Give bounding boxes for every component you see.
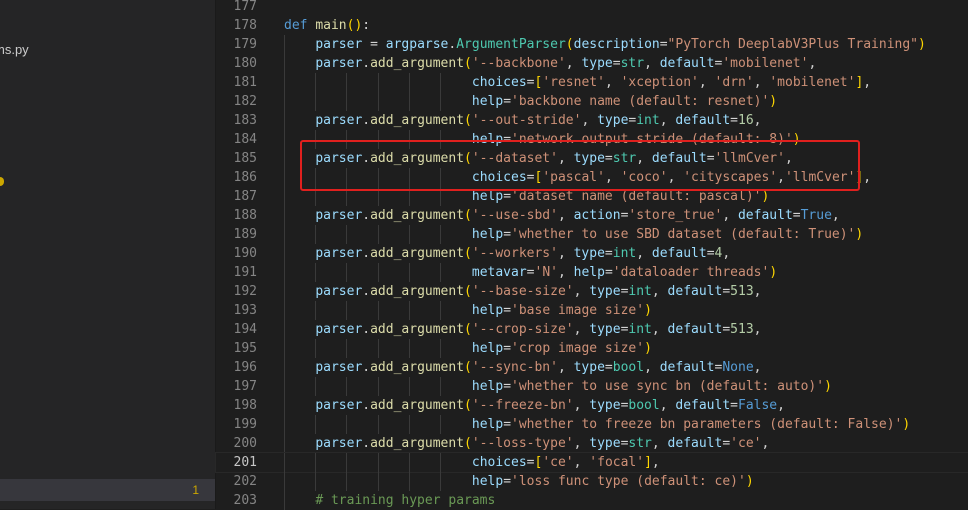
code-line[interactable]: 182 help='backbone name (default: resnet… (216, 92, 968, 111)
line-number: 185 (233, 151, 257, 166)
code-line[interactable]: 196 parser.add_argument('--sync-bn', typ… (216, 358, 968, 377)
line-number: 183 (233, 113, 257, 128)
code-text: choices=['ce', 'focal'], (471, 455, 660, 470)
line-number: 201 (233, 455, 257, 470)
code-line[interactable]: 192 parser.add_argument('--base-size', t… (216, 282, 968, 301)
code-line[interactable]: 200 parser.add_argument('--loss-type', t… (216, 434, 968, 453)
line-number: 190 (233, 246, 257, 261)
code-line[interactable]: 179 parser = argparse.ArgumentParser(des… (216, 35, 968, 54)
code-text: choices=['resnet', 'xception', 'drn', 'm… (471, 75, 872, 90)
code-text: parser = argparse.ArgumentParser(descrip… (315, 37, 926, 52)
line-number: 189 (233, 227, 257, 242)
code-text: help='loss func type (default: ce)') (471, 474, 754, 489)
code-line[interactable]: 198 parser.add_argument('--freeze-bn', t… (216, 396, 968, 415)
code-text: metavar='N', help='dataloader threads') (471, 265, 778, 280)
code-line[interactable]: 177 (216, 0, 968, 16)
line-number: 186 (233, 170, 257, 185)
explorer-selected-item[interactable]: 1 (0, 479, 215, 501)
code-text: parser.add_argument('--workers', type=in… (315, 246, 731, 261)
line-number: 179 (233, 37, 257, 52)
code-text: parser.add_argument('--crop-size', type=… (315, 322, 762, 337)
code-text: help='crop image size') (471, 341, 652, 356)
code-line[interactable]: 178 def main(): (216, 16, 968, 35)
line-number: 198 (233, 398, 257, 413)
code-line[interactable]: 183 parser.add_argument('--out-stride', … (216, 111, 968, 130)
line-number: 180 (233, 56, 257, 71)
explorer-file-item[interactable]: ms.py (0, 40, 215, 59)
code-line[interactable]: 199 help='whether to freeze bn parameter… (216, 415, 968, 434)
code-text: def main(): (284, 18, 371, 33)
line-number: 197 (233, 379, 257, 394)
line-number: 195 (233, 341, 257, 356)
code-text: parser.add_argument('--use-sbd', action=… (315, 208, 840, 223)
code-line[interactable]: 197 help='whether to use sync bn (defaul… (216, 377, 968, 396)
code-text: parser.add_argument('--freeze-bn', type=… (315, 398, 785, 413)
line-number: 194 (233, 322, 257, 337)
line-number: 202 (233, 474, 257, 489)
code-line[interactable]: 188 parser.add_argument('--use-sbd', act… (216, 206, 968, 225)
line-number: 200 (233, 436, 257, 451)
code-editor[interactable]: 177 178 def main(): 179 parser = argparse.A… (215, 0, 968, 510)
code-line[interactable]: 203 # training hyper params (216, 491, 968, 510)
line-number: 199 (233, 417, 257, 432)
code-text: parser.add_argument('--sync-bn', type=bo… (315, 360, 762, 375)
code-line[interactable]: 195 help='crop image size') (216, 339, 968, 358)
code-line[interactable]: 191 metavar='N', help='dataloader thread… (216, 263, 968, 282)
code-text: help='whether to use sync bn (default: a… (471, 379, 832, 394)
line-number: 182 (233, 94, 257, 109)
annotation-highlight-box (300, 140, 860, 191)
code-text: parser.add_argument('--base-size', type=… (315, 284, 762, 299)
code-line[interactable]: 190 parser.add_argument('--workers', typ… (216, 244, 968, 263)
code-text: parser.add_argument('--backbone', type=s… (315, 56, 817, 71)
line-number: 203 (233, 493, 257, 508)
explorer-sidebar: ms.py 1 (0, 0, 216, 509)
line-number: 181 (233, 75, 257, 90)
line-number: 192 (233, 284, 257, 299)
code-text: help='whether to use SBD dataset (defaul… (471, 227, 864, 242)
line-number: 196 (233, 360, 257, 375)
line-number: 184 (233, 132, 257, 147)
code-line[interactable]: 202 help='loss func type (default: ce)') (216, 472, 968, 491)
line-number: 177 (233, 0, 257, 14)
modified-indicator-icon (0, 177, 4, 186)
code-text: help='base image size') (471, 303, 652, 318)
line-number: 193 (233, 303, 257, 318)
code-text: parser.add_argument('--loss-type', type=… (315, 436, 770, 451)
code-text: parser.add_argument('--out-stride', type… (315, 113, 762, 128)
line-number: 187 (233, 189, 257, 204)
code-line[interactable]: 180 parser.add_argument('--backbone', ty… (216, 54, 968, 73)
code-line[interactable]: 194 parser.add_argument('--crop-size', t… (216, 320, 968, 339)
code-text: help='whether to freeze bn parameters (d… (471, 417, 911, 432)
code-text: # training hyper params (315, 493, 496, 508)
code-line[interactable]: 201 choices=['ce', 'focal'], (215, 452, 968, 473)
problem-count-badge: 1 (192, 483, 199, 497)
code-line[interactable]: 189 help='whether to use SBD dataset (de… (216, 225, 968, 244)
line-number: 191 (233, 265, 257, 280)
code-line[interactable]: 181 choices=['resnet', 'xception', 'drn'… (216, 73, 968, 92)
line-number: 188 (233, 208, 257, 223)
line-number: 178 (233, 18, 257, 33)
code-line[interactable]: 193 help='base image size') (216, 301, 968, 320)
code-text: help='backbone name (default: resnet)') (471, 94, 778, 109)
explorer-file-label: ms.py (0, 42, 29, 57)
